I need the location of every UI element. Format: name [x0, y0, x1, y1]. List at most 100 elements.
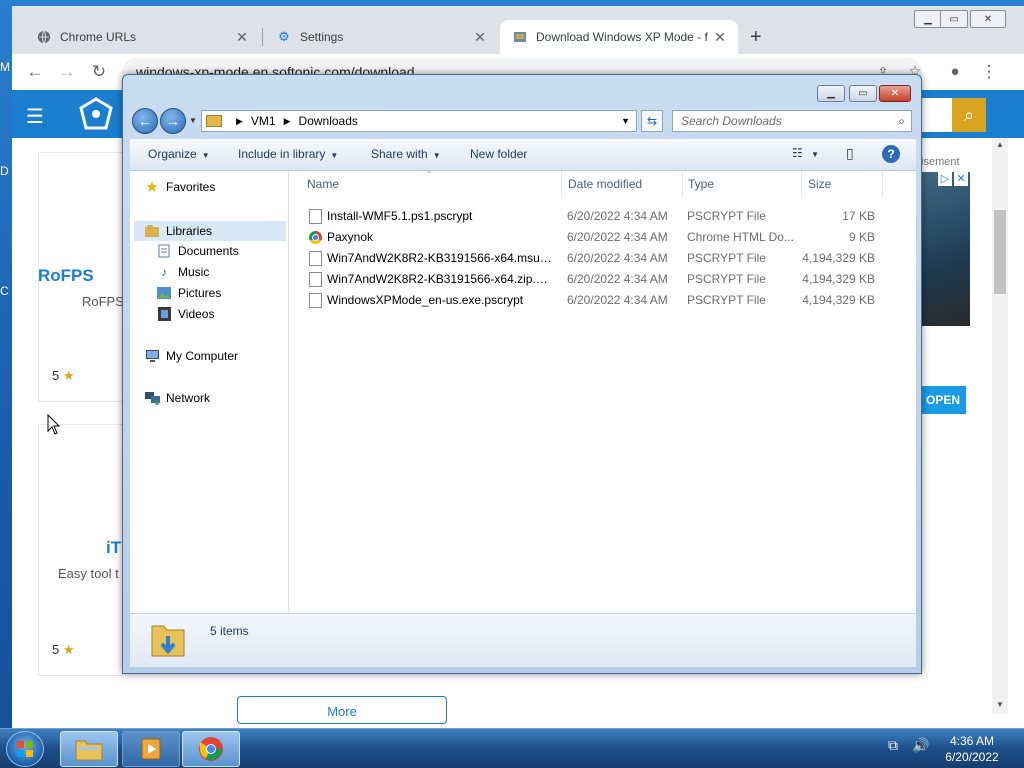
nav-pictures[interactable]: Pictures: [156, 285, 221, 301]
tab-settings[interactable]: ⚙ Settings ✕: [264, 20, 498, 54]
view-options-icon[interactable]: ☷ ▼: [792, 146, 819, 160]
page-scrollbar-thumb[interactable]: [994, 210, 1006, 294]
nav-network[interactable]: Network: [144, 390, 210, 406]
close-icon[interactable]: ✕: [234, 29, 250, 46]
softonic-logo-icon[interactable]: [76, 96, 120, 132]
share-with-button[interactable]: Share with ▼: [371, 147, 441, 161]
file-row[interactable]: Win7AndW2K8R2-KB3191566-x64.zip.psc... 6…: [289, 269, 916, 290]
nav-my-computer[interactable]: My Computer: [144, 348, 238, 364]
file-row[interactable]: WindowsXPMode_en-us.exe.pscrypt 6/20/202…: [289, 290, 916, 311]
close-window-icon[interactable]: ✕: [879, 85, 911, 102]
file-row[interactable]: Win7AndW2K8R2-KB3191566-x64.msu.ps... 6/…: [289, 248, 916, 269]
column-header-type[interactable]: Type: [688, 177, 714, 191]
file-name: Install-WMF5.1.ps1.pscrypt: [327, 209, 473, 223]
preview-pane-icon[interactable]: ▯: [846, 145, 854, 162]
maximize-icon[interactable]: ▭: [849, 85, 877, 102]
include-in-library-button[interactable]: Include in library ▼: [238, 147, 338, 161]
taskbar-media-player-button[interactable]: [122, 731, 180, 767]
card-subtitle: RoFPS: [82, 294, 124, 309]
hamburger-menu-icon[interactable]: ☰: [26, 104, 44, 129]
nav-label: Documents: [178, 244, 239, 258]
system-clock[interactable]: 4:36 AM 6/20/2022: [932, 733, 1012, 765]
file-size: 4,194,329 KB: [802, 251, 875, 265]
nav-label: My Computer: [166, 349, 239, 363]
new-tab-icon[interactable]: +: [750, 26, 762, 49]
nav-videos[interactable]: Videos: [156, 306, 214, 322]
close-icon[interactable]: ✕: [712, 29, 728, 46]
ad-close-icon[interactable]: ✕: [954, 172, 968, 186]
nav-documents[interactable]: Documents: [156, 243, 239, 259]
start-button[interactable]: [6, 731, 44, 767]
folder-icon: [75, 740, 103, 761]
menu-kebab-icon[interactable]: ⋮: [978, 61, 1000, 83]
search-placeholder: Search Downloads: [681, 114, 782, 128]
tray-volume-icon[interactable]: 🔊: [912, 737, 929, 754]
tab-strip: Chrome URLs ✕ ⚙ Settings ✕ Download Wind…: [12, 6, 1024, 54]
computer-icon: [144, 348, 160, 364]
breadcrumb-chevron-icon[interactable]: ▶: [284, 116, 291, 127]
tray-network-icon[interactable]: ⧉: [888, 737, 898, 754]
tab-chrome-urls[interactable]: Chrome URLs ✕: [24, 20, 260, 54]
card-title[interactable]: RoFPS: [38, 266, 94, 286]
pictures-icon: [156, 285, 172, 301]
ad-choices-icon[interactable]: ▷: [938, 172, 952, 186]
address-bar[interactable]: ▶ VM1 ▶ Downloads ▼: [201, 110, 637, 132]
forward-arrow-icon[interactable]: →: [56, 61, 78, 83]
column-divider[interactable]: [801, 171, 802, 197]
taskbar-explorer-button[interactable]: [60, 731, 118, 767]
more-button[interactable]: More: [237, 696, 447, 724]
file-row[interactable]: Paxynok 6/20/2022 4:34 AM Chrome HTML Do…: [289, 227, 916, 248]
document-icon: [309, 272, 322, 287]
document-icon: [309, 293, 322, 308]
search-icon[interactable]: ⌕: [952, 98, 986, 132]
nav-label: Network: [166, 391, 211, 405]
forward-icon[interactable]: →: [160, 108, 186, 134]
help-icon[interactable]: ?: [882, 145, 900, 163]
column-divider[interactable]: [561, 171, 562, 197]
card-subtitle: Easy tool t: [58, 566, 119, 581]
search-input[interactable]: Search Downloads ⌕: [672, 110, 912, 132]
column-header-date-modified[interactable]: Date modified: [568, 177, 642, 191]
minimize-icon[interactable]: ▁: [914, 10, 942, 28]
breadcrumb-vm1[interactable]: VM1: [251, 114, 276, 128]
column-header-name[interactable]: Name: [307, 177, 339, 191]
address-dropdown-icon[interactable]: ▼: [621, 116, 630, 126]
command-bar: Organize ▼ Include in library ▼ Share with…: [130, 139, 916, 171]
file-row[interactable]: Install-WMF5.1.ps1.pscrypt 6/20/2022 4:3…: [289, 206, 916, 227]
star-icon: ★: [62, 368, 75, 383]
column-divider[interactable]: [882, 171, 883, 197]
back-icon[interactable]: ←: [132, 108, 158, 134]
advertisement-image[interactable]: [918, 172, 970, 326]
organize-button[interactable]: Organize ▼: [148, 147, 210, 161]
nav-label: Libraries: [166, 224, 213, 238]
file-name: Win7AndW2K8R2-KB3191566-x64.msu.ps...: [327, 251, 553, 265]
scroll-up-icon[interactable]: ▲: [992, 138, 1008, 152]
search-icon[interactable]: ⌕: [898, 114, 905, 129]
close-window-icon[interactable]: ✕: [970, 10, 1006, 28]
profile-icon[interactable]: ●: [944, 61, 966, 83]
nav-favorites[interactable]: ★ Favorites: [144, 179, 215, 196]
recent-pages-icon[interactable]: ▼: [189, 116, 197, 125]
nav-music[interactable]: ♪ Music: [156, 264, 209, 280]
ad-open-button[interactable]: OPEN: [920, 386, 966, 414]
breadcrumb-downloads[interactable]: Downloads: [299, 114, 358, 128]
tab-separator: [262, 28, 263, 46]
share-with-label: Share with: [371, 147, 428, 161]
refresh-icon[interactable]: ⇆: [641, 110, 663, 132]
taskbar-chrome-button[interactable]: [182, 731, 240, 767]
card-title[interactable]: iT: [106, 538, 121, 558]
reload-icon[interactable]: ↻: [88, 61, 110, 83]
nav-libraries[interactable]: Libraries: [134, 221, 286, 241]
mouse-cursor-icon: [47, 413, 61, 439]
tab-download-windows-xp-mode[interactable]: Download Windows XP Mode - f ✕: [500, 20, 738, 54]
new-folder-button[interactable]: New folder: [470, 147, 527, 161]
column-divider[interactable]: [682, 171, 683, 197]
scroll-down-icon[interactable]: ▼: [992, 698, 1008, 712]
back-arrow-icon[interactable]: ←: [24, 61, 46, 83]
minimize-icon[interactable]: ▁: [817, 85, 845, 102]
column-header-size[interactable]: Size: [808, 177, 831, 191]
maximize-icon[interactable]: ▭: [940, 10, 968, 28]
close-icon[interactable]: ✕: [472, 29, 488, 46]
breadcrumb-chevron-icon[interactable]: ▶: [236, 116, 243, 127]
card-rating: 5 ★: [52, 642, 75, 658]
